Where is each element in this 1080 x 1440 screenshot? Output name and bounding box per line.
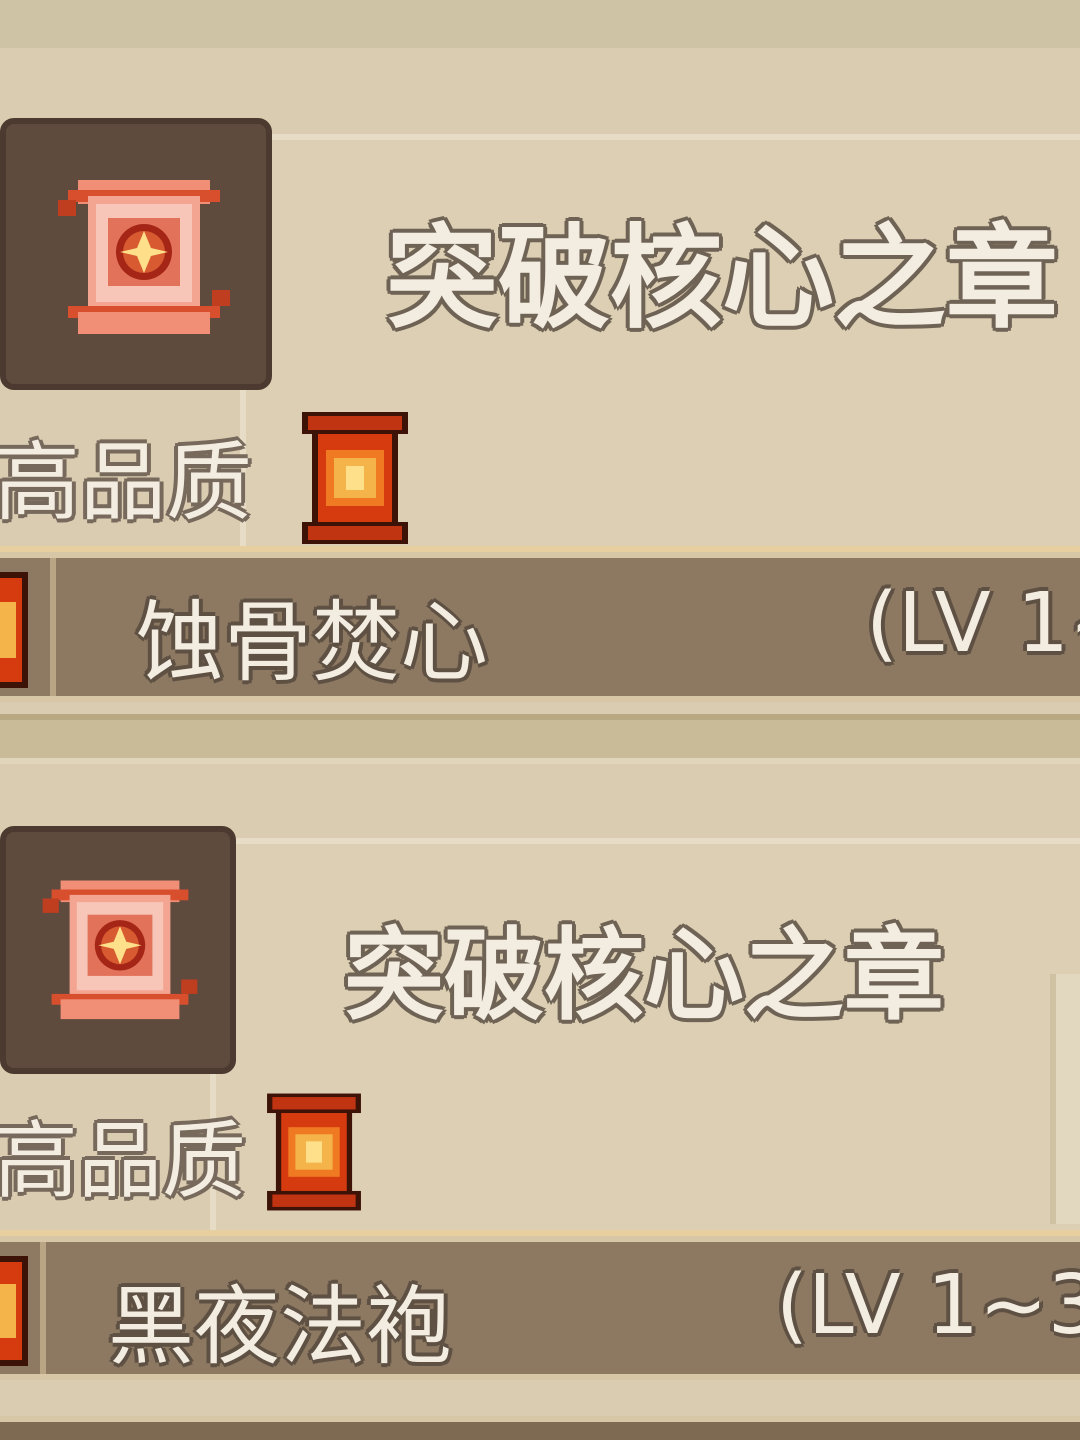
next-row-edge [0,1416,1080,1440]
reward-row[interactable]: 蚀骨焚心 (LV 1~ [0,552,1080,702]
reward-row-panel: 蚀骨焚心 (LV 1~ [50,558,1080,696]
skill-book-icon [58,180,230,334]
scroll-edge-icon [0,572,28,688]
item-icon-frame[interactable] [0,118,272,390]
reward-row-panel: 黑夜法袍 (LV 1~3) [40,1242,1080,1377]
quality-label: 高品质 [0,1112,247,1210]
card-divider [0,714,1080,764]
item-card[interactable]: 突破核心之章 高品质 蚀骨焚心 (LV 1~ [0,48,1080,714]
item-title: 突破核心之章 [344,917,944,1034]
red-scroll-icon [302,412,408,544]
item-icon-frame[interactable] [0,826,236,1074]
scroll-edge-icon [0,1256,28,1366]
item-title: 突破核心之章 [386,214,1058,344]
item-list-view: 突破核心之章 高品质 蚀骨焚心 (LV 1~ [0,0,1080,1440]
reward-level: (LV 1~ [866,576,1080,671]
reward-level: (LV 1~3) [776,1258,1080,1353]
item-card[interactable]: 突破核心之章 高品质 黑夜法袍 (LV 1~3) [0,764,1080,1440]
side-tab [1050,974,1080,1224]
reward-name: 蚀骨焚心 [136,591,489,694]
red-scroll-icon [267,1093,361,1211]
reward-row[interactable]: 黑夜法袍 (LV 1~3) [0,1236,1080,1380]
skill-book-icon [42,880,198,1020]
reward-name: 黑夜法袍 [108,1277,452,1377]
top-edge [0,0,1080,54]
quality-label: 高品质 [0,433,252,533]
